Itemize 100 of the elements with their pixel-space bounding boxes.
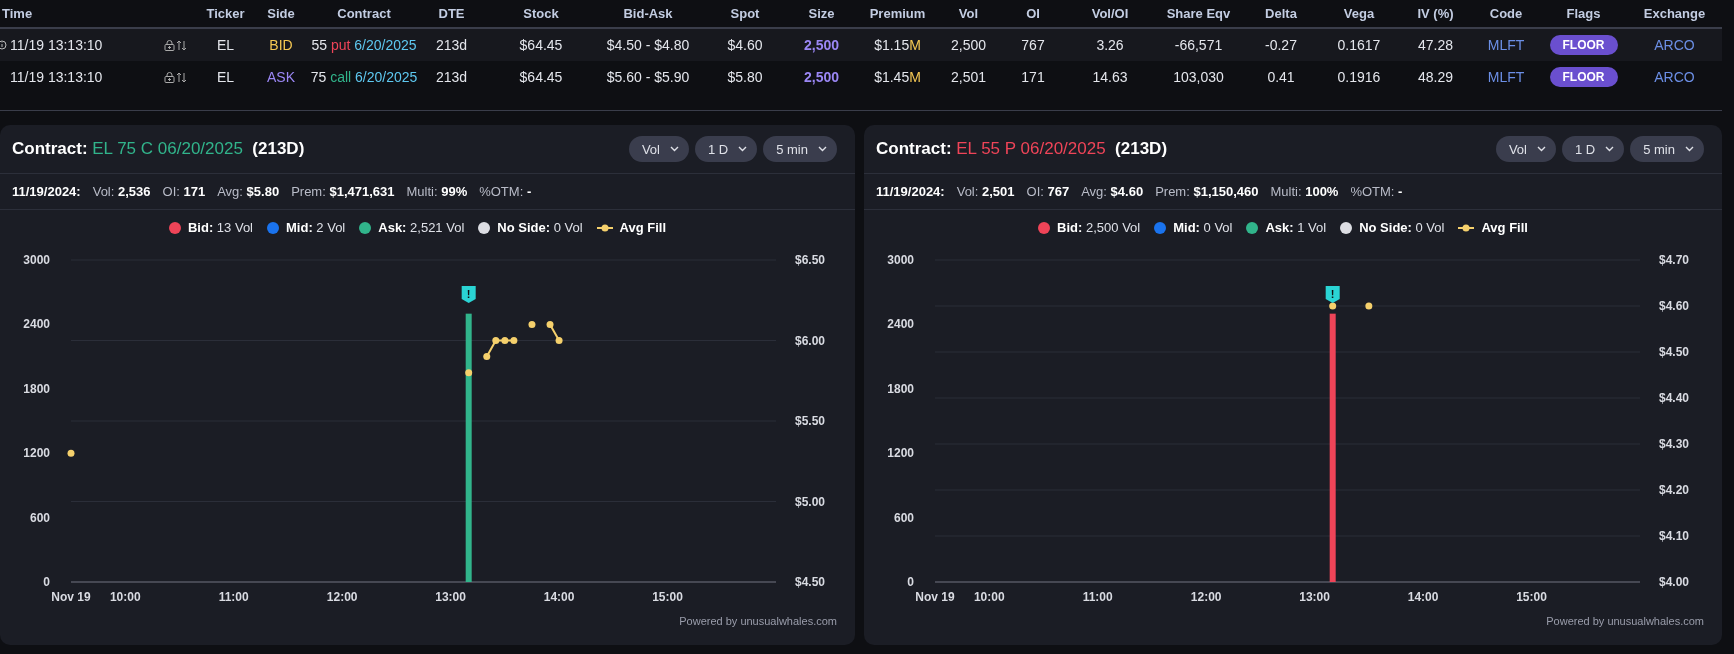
y-axis-label: 1200 <box>23 446 50 461</box>
x-axis-label: 11:00 <box>1082 590 1113 604</box>
y-axis-label: $5.00 <box>795 494 826 509</box>
dropdown-button[interactable]: 5 min <box>763 136 837 162</box>
avg-fill-point[interactable] <box>492 337 500 344</box>
avg-fill-point[interactable] <box>510 337 518 344</box>
legend-label[interactable]: Bid: 2,500 Vol <box>1057 220 1141 235</box>
share-eqv-cell: -66,571 <box>1174 37 1223 53</box>
legend-label[interactable]: Avg Fill <box>1481 220 1528 235</box>
avg-fill-point[interactable] <box>555 337 563 344</box>
avg-fill-point[interactable] <box>501 337 509 344</box>
info-icon[interactable] <box>0 40 8 50</box>
contract-cell: 75 call 6/20/2025 <box>310 69 418 85</box>
annotation: ! <box>466 288 471 300</box>
alert-marker[interactable]: ! <box>461 286 476 303</box>
column-header[interactable]: Stock <box>491 6 591 21</box>
x-axis-label: 15:00 <box>1516 590 1547 604</box>
lock-icon[interactable] <box>163 71 175 83</box>
dte-cell: 213d <box>435 37 468 53</box>
dropdown-button[interactable]: 1 D <box>694 136 758 162</box>
column-header[interactable]: Side <box>246 6 316 21</box>
y-axis-label: 0 <box>907 575 914 589</box>
avg-fill-point[interactable] <box>483 353 491 361</box>
oi-cell: 767 <box>1021 37 1045 53</box>
column-header[interactable]: Size <box>785 6 858 21</box>
avg-fill-point[interactable] <box>546 320 554 328</box>
avg-fill-point[interactable] <box>1329 302 1337 310</box>
avg-fill-point[interactable] <box>528 320 536 328</box>
y-axis-label: 600 <box>893 510 914 525</box>
legend-label[interactable]: Ask: 2,521 Vol <box>378 220 465 235</box>
legend-label[interactable]: No Side: 0 Vol <box>497 220 583 235</box>
column-header[interactable]: Ticker <box>205 6 246 21</box>
y-axis-label: $4.40 <box>1659 391 1690 405</box>
vol-cell: 2,500 <box>950 37 986 53</box>
x-axis-label: 10:00 <box>109 590 141 604</box>
time-cell: 11/19 13:13:10 <box>10 37 103 53</box>
stat-text: Vol: 2,501 <box>956 184 1015 199</box>
vega-cell: 0.1617 <box>1337 37 1381 53</box>
column-header[interactable]: Share Eqv <box>1154 6 1243 21</box>
annotation: ! <box>1330 288 1335 300</box>
alert-marker[interactable]: ! <box>1325 286 1340 303</box>
dropdown-button[interactable]: Vol <box>628 136 689 162</box>
vol-oi-cell: 3.26 <box>1096 37 1124 53</box>
dropdown-button[interactable]: 1 D <box>1561 136 1625 162</box>
caret-icon <box>669 146 679 152</box>
stat-text: Prem: $1,150,460 <box>1155 184 1259 199</box>
avg-fill-point[interactable] <box>67 449 75 457</box>
column-header[interactable]: Vega <box>1319 6 1399 21</box>
y-axis-label: $6.50 <box>795 253 826 267</box>
legend-label[interactable]: Mid: 2 Vol <box>286 220 346 235</box>
volume-bar[interactable] <box>465 313 472 582</box>
x-axis-label: 13:00 <box>1299 590 1330 604</box>
lock-icon[interactable] <box>163 39 175 51</box>
avg-fill-point[interactable] <box>1365 302 1373 310</box>
y-axis-label: $4.10 <box>1659 529 1690 543</box>
column-header[interactable]: Bid-Ask <box>591 6 705 21</box>
legend-label[interactable]: Mid: 0 Vol <box>1173 220 1233 235</box>
legend-label[interactable]: Avg Fill <box>619 220 666 235</box>
oi-cell: 171 <box>1021 69 1045 85</box>
y-axis-label: 0 <box>43 575 50 589</box>
table-row[interactable]: 11/19 13:13:10 EL ASK 75 call 6/20/2025 213d $64.45 $5.60 - $5.90 $5.80 2,500 $1.45M 2,501 171 14.63 103,030 0.41 0.1916 48.29 MLFT FLOOR ARCO <box>0 61 1722 93</box>
column-header[interactable]: Time <box>0 6 145 21</box>
legend-label[interactable]: Ask: 1 Vol <box>1265 220 1327 235</box>
x-axis-label: 12:00 <box>1190 590 1222 604</box>
dropdown-button[interactable]: Vol <box>1495 136 1556 162</box>
column-header[interactable]: IV (%) <box>1399 6 1472 21</box>
caret-icon <box>1605 146 1615 152</box>
stat-text: Multi: 99% <box>406 184 468 199</box>
dropdown-button[interactable]: 5 min <box>1630 136 1704 162</box>
delta-cell: 0.41 <box>1267 69 1295 85</box>
sort-arrows-icon[interactable] <box>175 71 187 83</box>
legend-label[interactable]: Bid: 13 Vol <box>187 220 253 235</box>
sort-arrows-icon[interactable] <box>175 39 187 51</box>
side-cell: ASK <box>267 69 295 85</box>
avg-fill-point[interactable] <box>465 369 473 377</box>
column-header[interactable]: Contract <box>316 6 412 21</box>
column-header[interactable]: Flags <box>1540 6 1627 21</box>
side-cell: BID <box>269 37 293 53</box>
vol-oi-cell: 14.63 <box>1092 69 1128 85</box>
stat-text: OI: 171 <box>162 184 206 199</box>
table-row[interactable]: 11/19 13:13:10 EL BID 55 put 6/20/2025 213d $64.45 $4.50 - $4.80 $4.60 2,500 $1.15M 2,500 767 3.26 -66,571 -0.27 0.1617 47.28 MLFT FLOOR ARCO <box>0 29 1722 61</box>
column-header[interactable]: Code <box>1472 6 1540 21</box>
column-header[interactable]: Vol/OI <box>1066 6 1154 21</box>
column-header[interactable]: DTE <box>412 6 491 21</box>
size-cell: 2,500 <box>803 37 839 53</box>
column-header[interactable]: Exchange <box>1627 6 1722 21</box>
y-axis-label: $4.60 <box>1659 299 1690 313</box>
legend-label[interactable]: No Side: 0 Vol <box>1359 220 1445 235</box>
contract-title: Contract: EL 55 P 06/20/2025 (213D) <box>876 139 1168 159</box>
x-axis-label: Nov 19 <box>915 590 955 604</box>
y-axis-label: 1800 <box>23 381 50 396</box>
stat-text: OI: 767 <box>1026 184 1070 199</box>
column-header[interactable]: Delta <box>1243 6 1319 21</box>
stat-text: Avg: $4.60 <box>1081 184 1144 199</box>
y-axis-label: 1200 <box>887 446 914 461</box>
x-axis-label: 13:00 <box>435 590 466 604</box>
column-header[interactable]: Vol <box>937 6 1000 21</box>
column-header[interactable]: OI <box>1000 6 1066 21</box>
column-header[interactable]: Premium <box>858 6 937 21</box>
column-header[interactable]: Spot <box>705 6 785 21</box>
